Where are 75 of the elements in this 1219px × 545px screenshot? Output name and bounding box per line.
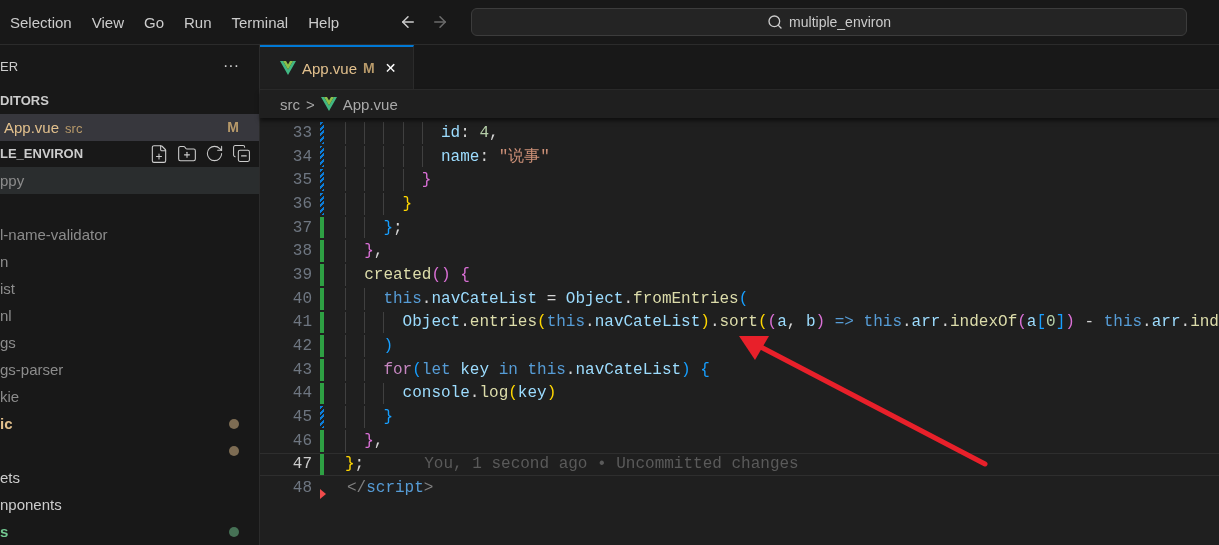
- menu-item[interactable]: Help: [298, 13, 350, 31]
- line-number: 40: [291, 289, 312, 308]
- menu-item[interactable]: Terminal: [221, 13, 299, 31]
- line-number: 47: [291, 455, 312, 474]
- code-line: Object.entries(this.navCateList).sort((a, b) => this.arr.indexOf(a[0]) - this.arr.ind: [345, 311, 1219, 334]
- editor-tab[interactable]: App.vue M ✕: [260, 45, 414, 89]
- open-editor-item[interactable]: App.vue src M: [0, 113, 259, 141]
- modified-label: M: [363, 60, 375, 76]
- line-number: 42: [291, 337, 312, 356]
- code-line: created() {: [345, 264, 470, 286]
- menu-item[interactable]: Go: [133, 13, 174, 31]
- line-number: 38: [291, 242, 312, 261]
- line-number: 35: [291, 171, 312, 190]
- code-line: }: [345, 406, 393, 428]
- line-number: 37: [291, 218, 312, 237]
- code-line: },: [345, 429, 384, 452]
- refresh-icon[interactable]: [205, 143, 224, 163]
- breadcrumb-item[interactable]: src: [280, 95, 300, 113]
- line-number: 33: [291, 123, 312, 142]
- folder-name: src: [65, 120, 83, 136]
- search-field[interactable]: multiple_environ: [471, 8, 1188, 36]
- line-number: 43: [291, 360, 312, 379]
- code-line: console.log(key): [345, 382, 557, 405]
- deletion-marker: [320, 489, 326, 499]
- search-icon: [767, 14, 784, 30]
- blame-annotation: You, 1 second ago • Uncommitted changes: [424, 455, 799, 474]
- line-number: 45: [291, 408, 312, 427]
- tree-item[interactable]: kie: [0, 388, 20, 405]
- tree-item[interactable]: ppy: [0, 172, 25, 189]
- line-number: 39: [291, 265, 312, 284]
- vue-icon: [320, 97, 337, 111]
- section-title[interactable]: LE_ENVIRON: [0, 146, 84, 162]
- tree-item[interactable]: l-name-validator: [0, 226, 108, 243]
- vue-icon: [280, 61, 296, 75]
- line-number: 41: [291, 313, 312, 332]
- code-line: };: [345, 216, 403, 239]
- line-number: 44: [291, 384, 312, 403]
- line-number: 34: [291, 147, 312, 166]
- line-number: 36: [291, 194, 312, 213]
- line-number: 48: [291, 479, 312, 498]
- sidebar-title: ER: [0, 58, 19, 74]
- collapse-icon[interactable]: [232, 143, 251, 163]
- section-title[interactable]: DITORS: [0, 93, 49, 109]
- tree-item[interactable]: nponents: [0, 496, 62, 513]
- tree-item[interactable]: s: [0, 523, 9, 540]
- modified-label: M: [227, 119, 239, 136]
- code-line: }: [345, 169, 432, 192]
- code-line: },: [345, 240, 384, 263]
- close-button[interactable]: ✕: [384, 60, 397, 76]
- code-line: for(let key in this.navCateList) {: [345, 358, 710, 381]
- file-name: App.vue: [4, 118, 60, 136]
- code-line: ): [345, 335, 393, 357]
- new-folder-icon[interactable]: [177, 143, 197, 164]
- more-button[interactable]: ···: [223, 57, 239, 76]
- tree-item[interactable]: ic: [0, 415, 13, 432]
- tree-item[interactable]: ets: [0, 469, 20, 486]
- menu-item[interactable]: View: [81, 13, 134, 31]
- code-line: this.navCateList = Object.fromEntries(: [345, 287, 749, 310]
- menu-item[interactable]: Selection: [0, 13, 82, 31]
- tree-item[interactable]: n: [0, 253, 9, 270]
- code-line: };: [345, 454, 365, 476]
- menu-item[interactable]: Run: [174, 13, 222, 31]
- tree-item[interactable]: gs-parser: [0, 361, 64, 378]
- breadcrumb-item[interactable]: App.vue: [342, 95, 398, 113]
- line-number: 46: [291, 431, 312, 450]
- breadcrumb-separator: >: [306, 95, 315, 113]
- code-line: name: "说事": [345, 145, 550, 168]
- hovered-row[interactable]: ppy: [0, 167, 259, 194]
- code-line: </script>: [347, 478, 434, 499]
- code-line: id: 4,: [345, 122, 499, 144]
- tree-item[interactable]: nl: [0, 307, 12, 324]
- new-file-icon[interactable]: [149, 143, 169, 164]
- tree-item[interactable]: gs: [0, 334, 16, 351]
- tree-item[interactable]: ist: [0, 280, 15, 297]
- code-line: }: [345, 193, 413, 215]
